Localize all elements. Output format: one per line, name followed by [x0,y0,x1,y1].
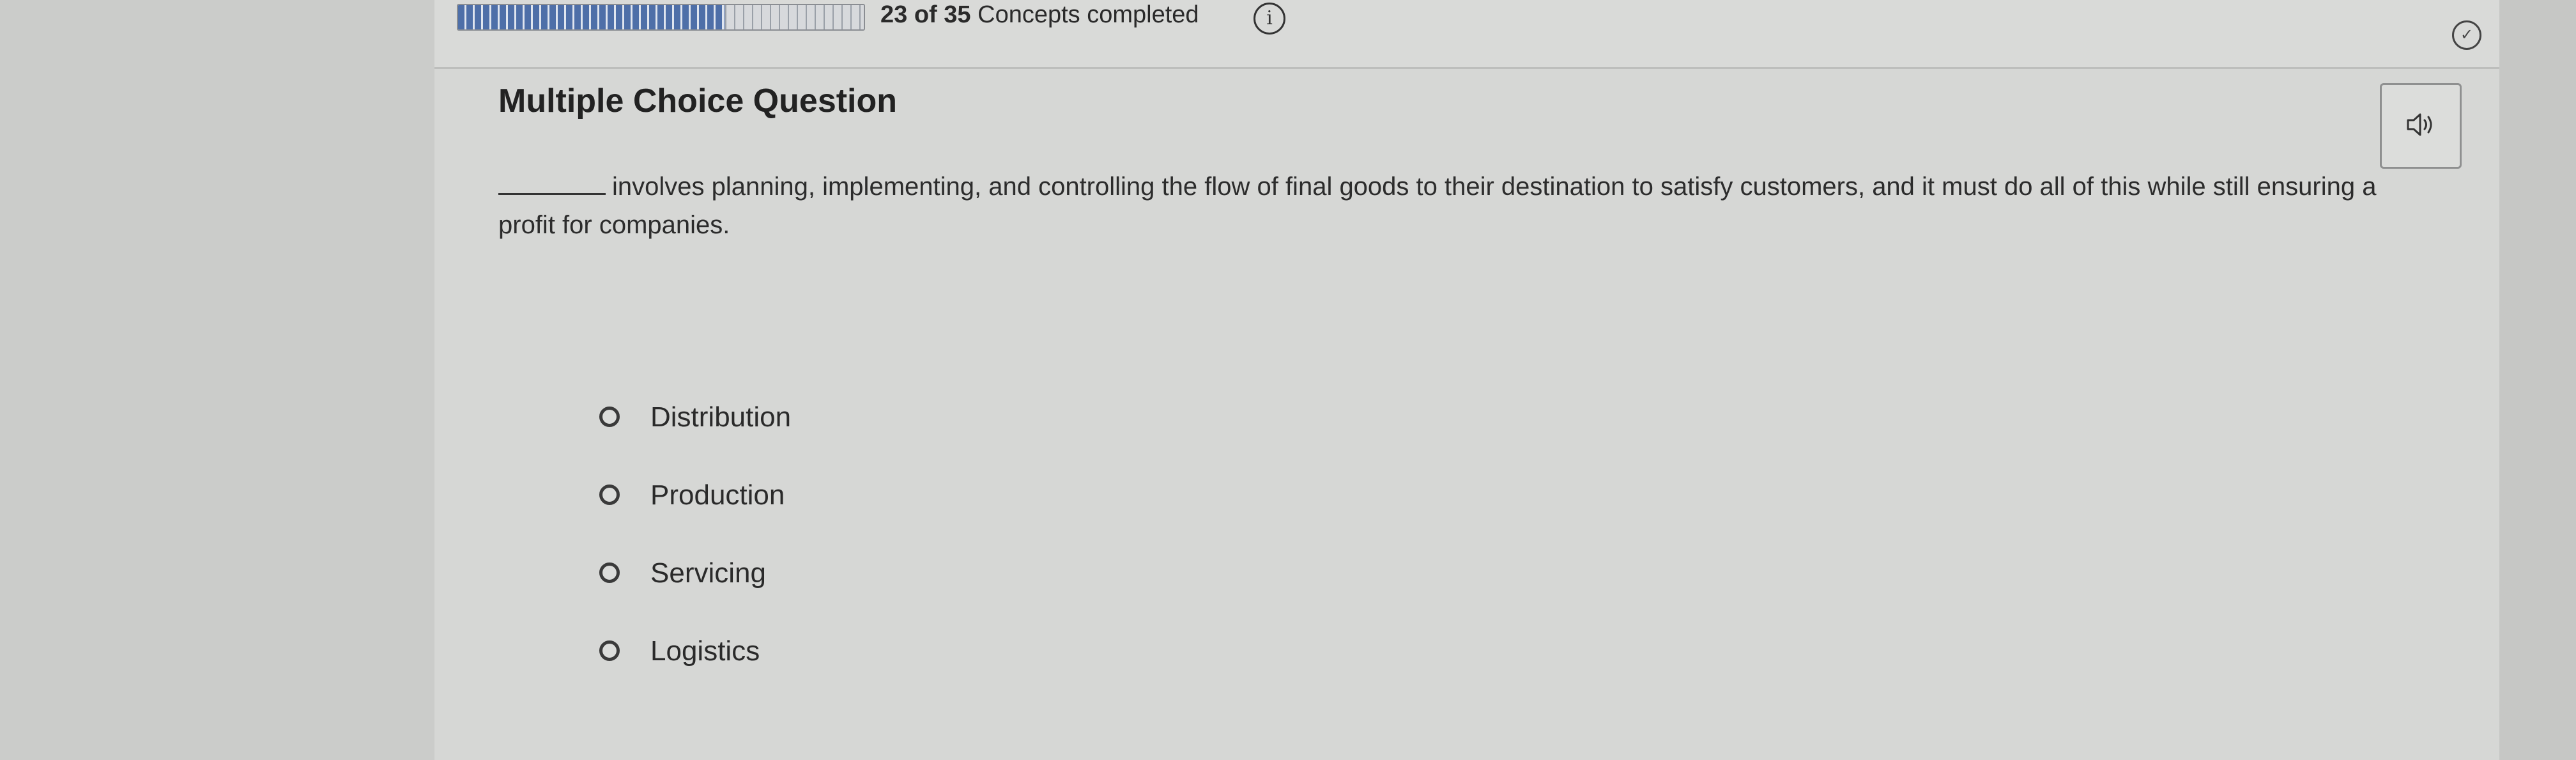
info-icon[interactable]: i [1254,3,1285,35]
progress-bar [457,4,865,31]
radio-button[interactable] [599,407,620,427]
radio-button[interactable] [599,562,620,583]
progress-of: of [914,1,937,28]
answer-blank [498,193,606,195]
question-type-title: Multiple Choice Question [498,82,898,120]
page-left-margin [0,0,434,760]
speaker-icon [2407,113,2432,136]
option-label: Servicing [650,557,766,589]
page-right-margin [2499,0,2576,760]
progress-fill [458,5,725,29]
progress-suffix: Concepts completed [977,1,1199,28]
progress-total: 35 [944,1,971,28]
check-circle-icon[interactable]: ✓ [2452,20,2481,50]
option-label: Distribution [650,401,792,433]
progress-completed: 23 [880,1,908,28]
option-label: Production [650,479,785,511]
question-stem: involves planning, implementing, and con… [498,167,2389,244]
radio-button[interactable] [599,485,620,505]
option-label: Logistics [650,635,760,667]
read-aloud-button[interactable] [2380,83,2462,169]
progress-text: 23 of 35 Concepts completed [880,1,1199,29]
radio-button[interactable] [599,640,620,661]
question-stem-text: involves planning, implementing, and con… [498,173,2377,239]
